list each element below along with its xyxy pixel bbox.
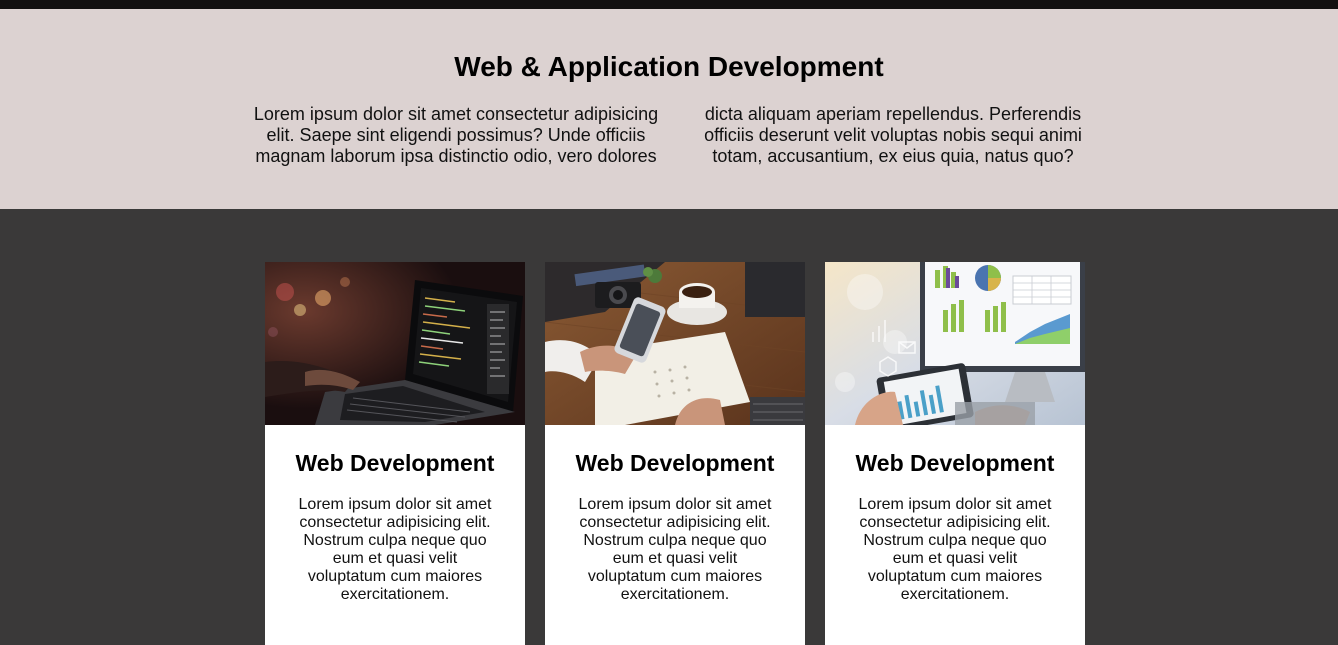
card-text: Lorem ipsum dolor sit amet consectetur a… — [578, 496, 772, 603]
card-text: Lorem ipsum dolor sit amet consectetur a… — [298, 496, 492, 603]
service-card: Web Development Lorem ipsum dolor sit am… — [545, 262, 805, 645]
service-card: Web Development Lorem ipsum dolor sit am… — [265, 262, 525, 645]
section-title: Web & Application Development — [454, 51, 884, 82]
card-title: Web Development — [575, 450, 775, 476]
intro-text-column-2: dicta aliquam aperiam repellendus. Perfe… — [704, 104, 1082, 166]
service-card: Web Development Lorem ipsum dolor sit am… — [825, 262, 1085, 645]
intro-text-column-1: Lorem ipsum dolor sit amet consectetur a… — [253, 104, 659, 166]
services-section: Web Development Lorem ipsum dolor sit am… — [0, 209, 1338, 645]
card-text: Lorem ipsum dolor sit amet consectetur a… — [858, 496, 1052, 603]
card-title: Web Development — [855, 450, 1055, 476]
phone-desk-photo — [545, 262, 805, 425]
top-bar — [0, 0, 1338, 9]
card-title: Web Development — [295, 450, 495, 476]
intro-section: Web & Application Development Lorem ipsu… — [0, 9, 1338, 209]
laptop-code-photo — [265, 262, 525, 425]
analytics-dashboard-photo — [825, 262, 1085, 425]
